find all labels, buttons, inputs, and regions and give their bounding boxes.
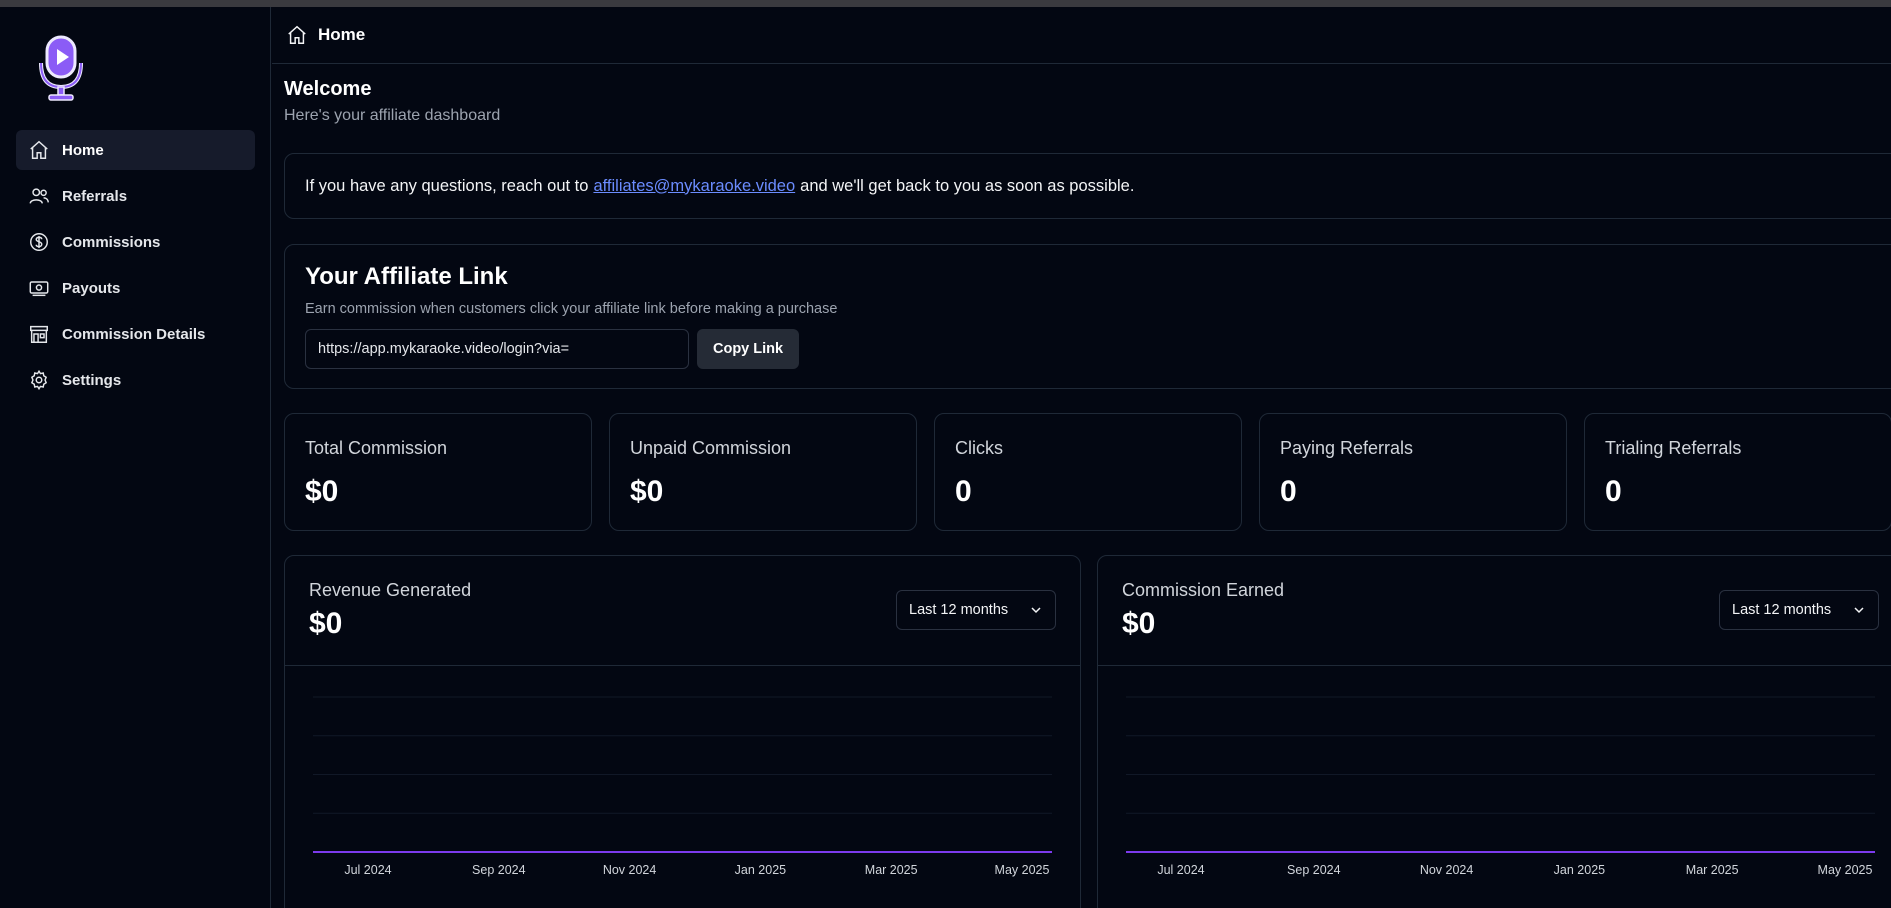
sidebar-item-label: Commissions: [62, 233, 161, 251]
welcome-title: Welcome: [284, 78, 372, 100]
commission-chart-card: Commission Earned $0 Last 12 months Jul …: [1097, 555, 1891, 908]
sidebar-item-label: Settings: [62, 371, 122, 389]
window-top-bar: [0, 0, 1891, 7]
affiliate-link-card: Your Affiliate Link Earn commission when…: [284, 244, 1891, 389]
home-icon: [288, 25, 306, 44]
affiliate-link-input[interactable]: [305, 329, 689, 369]
sidebar-item-home[interactable]: Home: [16, 130, 255, 170]
commission-line-chart: Jul 2024 Sep 2024 Nov 2024 Jan 2025 Mar 2025…: [1126, 696, 1875, 877]
stat-value: $0: [630, 475, 664, 508]
stat-card-paying-referrals: Paying Referrals 0: [1259, 413, 1567, 531]
revenue-line-chart: Jul 2024 Sep 2024 Nov 2024 Jan 2025 Mar 2025…: [313, 696, 1052, 877]
sidebar-item-label: Home: [62, 141, 104, 159]
stat-card-total-commission: Total Commission $0: [284, 413, 592, 531]
notice-text-before: If you have any questions, reach out to: [305, 176, 589, 195]
stat-label: Paying Referrals: [1280, 438, 1414, 458]
sidebar-item-label: Commission Details: [62, 325, 206, 343]
welcome-section: Welcome Here's your affiliate dashboard: [284, 78, 500, 125]
top-header: Home: [272, 7, 1891, 64]
x-tick-label: Sep 2024: [472, 863, 526, 877]
stat-label: Total Commission: [305, 438, 448, 458]
stat-value: 0: [955, 475, 972, 508]
x-tick-label: Jul 2024: [1157, 863, 1204, 877]
sidebar-item-settings[interactable]: Settings: [16, 360, 255, 400]
range-select-value: Last 12 months: [1732, 602, 1832, 618]
sidebar-nav: Home Referrals Commissions Payouts Commi…: [16, 130, 255, 406]
chevron-down-icon: [1031, 607, 1041, 614]
affiliate-link-title: Your Affiliate Link: [305, 263, 508, 290]
home-icon: [30, 140, 48, 159]
stat-card-unpaid-commission: Unpaid Commission $0: [609, 413, 917, 531]
stat-card-clicks: Clicks 0: [934, 413, 1242, 531]
store-icon: [30, 325, 48, 343]
stat-label: Trialing Referrals: [1605, 438, 1742, 458]
users-icon: [29, 188, 49, 204]
x-tick-label: May 2025: [995, 863, 1050, 877]
revenue-range-select[interactable]: Last 12 months: [896, 590, 1056, 630]
microphone-logo-icon: [39, 35, 83, 101]
page-title: Home: [318, 25, 366, 44]
x-tick-label: Jan 2025: [735, 863, 786, 877]
x-tick-label: Mar 2025: [865, 863, 918, 877]
sidebar-item-referrals[interactable]: Referrals: [16, 176, 255, 216]
stat-value: 0: [1605, 475, 1622, 508]
x-tick-label: Jan 2025: [1554, 863, 1605, 877]
stat-value: $0: [305, 475, 339, 508]
welcome-subtitle: Here's your affiliate dashboard: [284, 107, 501, 124]
x-tick-label: Mar 2025: [1686, 863, 1739, 877]
copy-link-button[interactable]: Copy Link: [697, 329, 800, 369]
affiliate-link-row: Copy Link: [305, 329, 1883, 369]
x-tick-label: May 2025: [1818, 863, 1873, 877]
chart-header: Commission Earned $0 Last 12 months: [1098, 556, 1891, 666]
x-tick-label: Jul 2024: [344, 863, 391, 877]
affiliate-link-subtitle: Earn commission when customers click you…: [305, 301, 838, 317]
gear-icon: [30, 369, 48, 391]
chart-header: Revenue Generated $0 Last 12 months: [285, 556, 1080, 666]
sidebar-item-commission-details[interactable]: Commission Details: [16, 314, 255, 354]
chevron-down-icon: [1854, 607, 1864, 614]
sidebar: Home Referrals Commissions Payouts Commi…: [0, 7, 271, 908]
sidebar-item-label: Payouts: [62, 279, 121, 297]
sidebar-item-label: Referrals: [62, 187, 128, 205]
sidebar-item-commissions[interactable]: Commissions: [16, 222, 255, 262]
notice-text-after: and we'll get back to you as soon as pos…: [800, 176, 1135, 195]
dollar-circle-icon: [30, 233, 48, 251]
x-tick-label: Sep 2024: [1287, 863, 1341, 877]
x-tick-label: Nov 2024: [1420, 863, 1474, 877]
x-tick-label: Nov 2024: [603, 863, 657, 877]
range-select-value: Last 12 months: [909, 602, 1009, 618]
affiliate-email-link[interactable]: affiliates@mykaraoke.video: [593, 177, 795, 196]
revenue-chart-card: Revenue Generated $0 Last 12 months Jul …: [284, 555, 1081, 908]
stat-label: Clicks: [955, 438, 1003, 458]
stat-label: Unpaid Commission: [630, 438, 792, 458]
banknote-icon: [29, 281, 49, 297]
sidebar-item-payouts[interactable]: Payouts: [16, 268, 255, 308]
stat-value: 0: [1280, 475, 1297, 508]
commission-range-select[interactable]: Last 12 months: [1719, 590, 1879, 630]
contact-notice: If you have any questions, reach out to …: [284, 153, 1891, 219]
stat-card-trialing-referrals: Trialing Referrals 0: [1584, 413, 1891, 531]
